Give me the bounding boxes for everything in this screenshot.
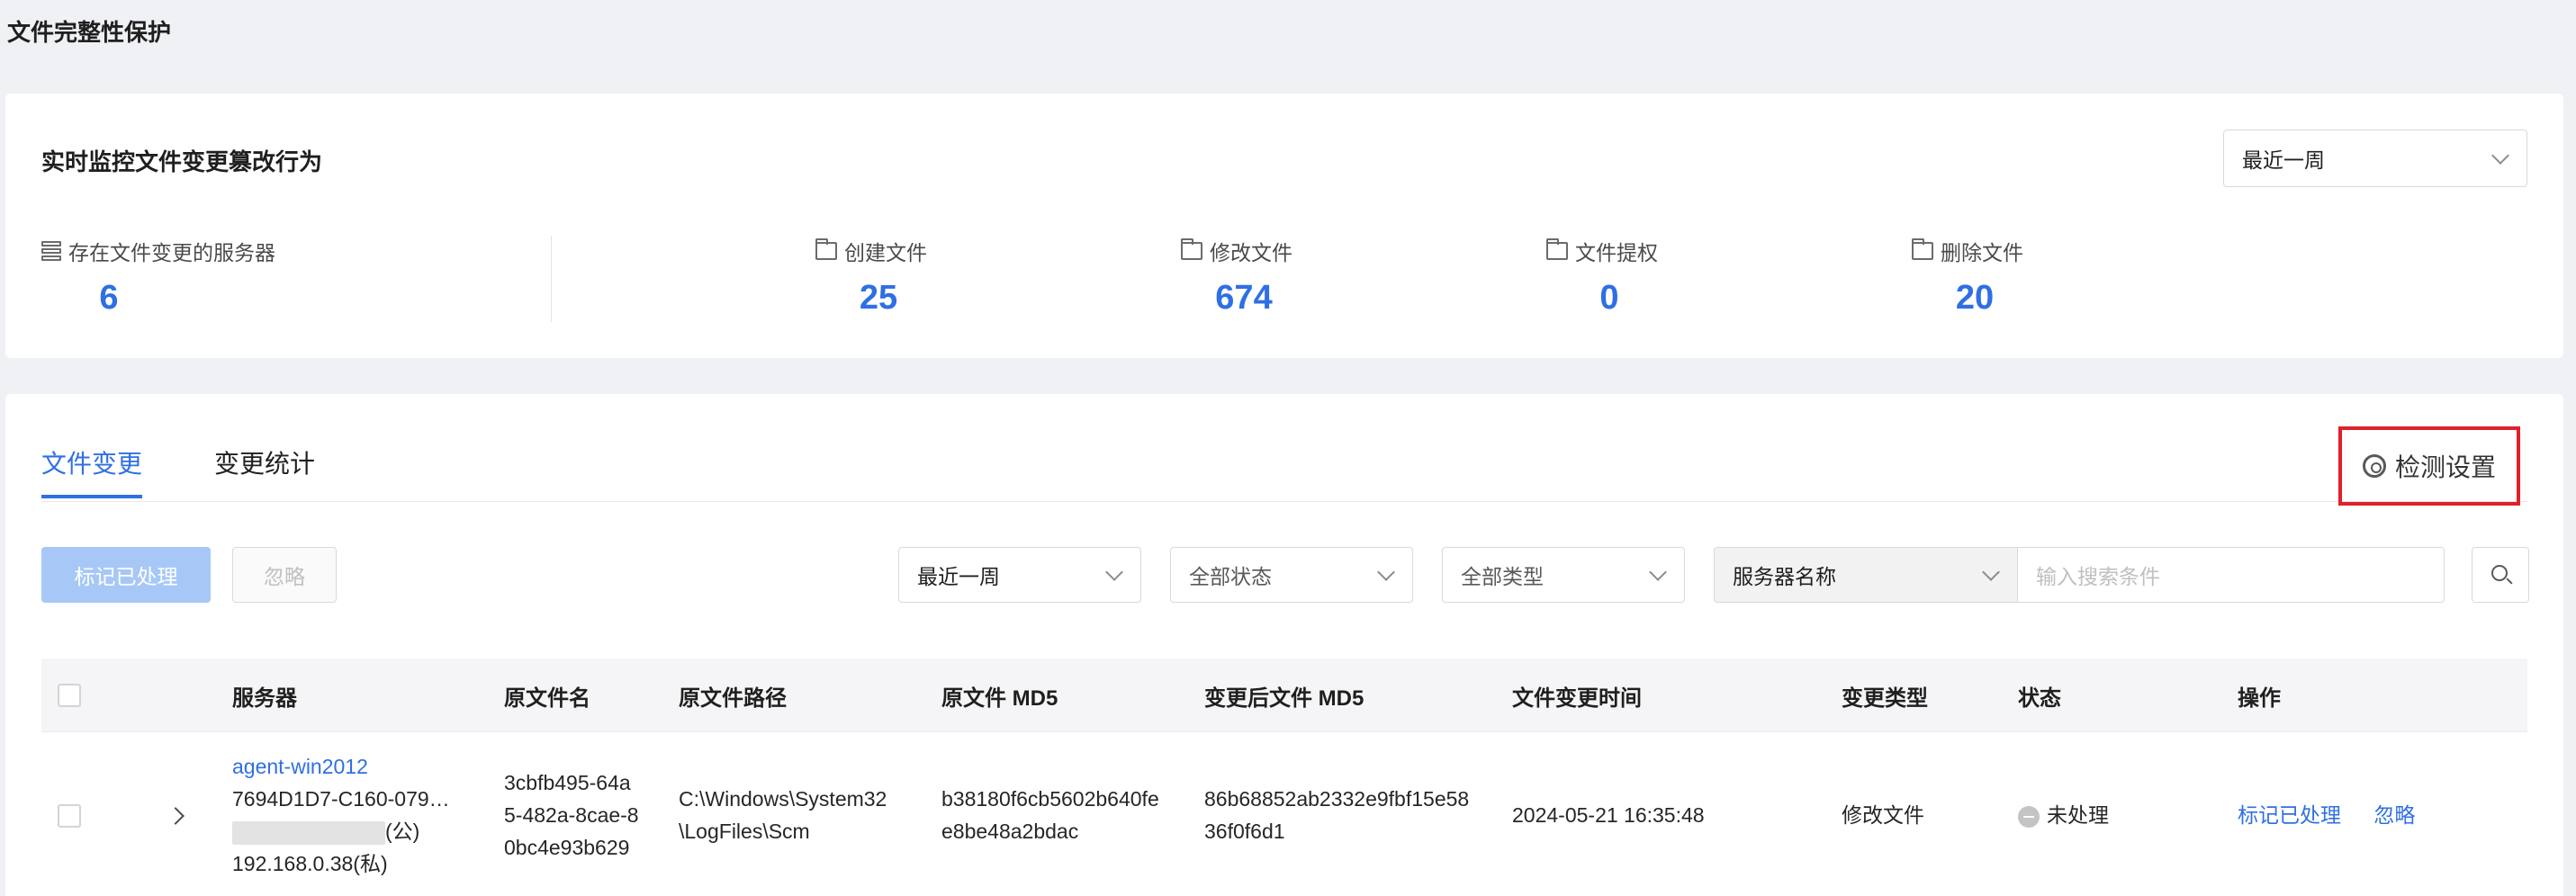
tab-bar: 文件变更 变更统计 [41, 444, 387, 498]
period-filter-value: 最近一周 [917, 565, 1000, 588]
chevron-right-icon[interactable] [167, 807, 185, 825]
stat-value: 20 [1955, 279, 1995, 317]
folder-icon [1546, 238, 1568, 260]
cell-server: agent-win2012 7694D1D7-C160-079… (公) 192… [232, 750, 484, 880]
server-icon [41, 241, 61, 261]
table-row: agent-win2012 7694D1D7-C160-079… (公) 192… [41, 732, 2527, 896]
status-label: 未处理 [2047, 803, 2109, 827]
folder-icon [1912, 238, 1933, 260]
search-button[interactable] [2472, 547, 2529, 603]
row-mark-handled-link[interactable]: 标记已处理 [2238, 803, 2341, 827]
column-header-md5: 原文件 MD5 [941, 685, 1058, 711]
chevron-down-icon [2492, 148, 2507, 162]
column-header-change-time: 文件变更时间 [1512, 685, 1642, 711]
tab-file-changes[interactable]: 文件变更 [41, 444, 143, 498]
detection-settings-label: 检测设置 [2394, 453, 2496, 481]
stat-value: 25 [859, 279, 898, 317]
type-filter-value: 全部类型 [1461, 565, 1544, 588]
stat-divider [551, 236, 552, 322]
cell-md5: b38180f6cb5602b640fe e8be48a2bdac [941, 783, 1159, 847]
md5-after-line: 86b68852ab2332e9fbf15e58 [1204, 787, 1470, 811]
cell-change-time: 2024-05-21 16:35:48 [1512, 803, 1705, 827]
row-ignore-link[interactable]: 忽略 [2373, 803, 2415, 827]
column-header-file-name: 原文件名 [504, 685, 590, 711]
column-header-server: 服务器 [232, 685, 297, 711]
file-name-line: 3cbfb495-64a [504, 771, 631, 794]
server-id: 7694D1D7-C160-079… [232, 787, 450, 811]
stat-deleted: 删除文件 20 [1912, 236, 2038, 318]
stat-value: 674 [1215, 279, 1273, 317]
column-header-file-path: 原文件路径 [679, 685, 787, 711]
period-filter-select[interactable]: 最近一周 [898, 547, 1141, 603]
summary-card: 实时监控文件变更篡改行为 最近一周 存在文件变更的服务器 6 创建文件 25 修… [5, 94, 2563, 358]
folder-icon [815, 238, 837, 260]
search-placeholder: 输入搜索条件 [2036, 565, 2160, 588]
private-ip: 192.168.0.38(私) [232, 852, 388, 875]
column-header-actions: 操作 [2238, 685, 2281, 711]
md5-line: e8be48a2bdac [941, 820, 1079, 843]
stat-value: 0 [1599, 279, 1619, 317]
search-field-select[interactable]: 服务器名称 [1714, 547, 2018, 603]
chevron-down-icon [1983, 564, 1997, 578]
stat-label: 删除文件 [1941, 241, 2023, 264]
summary-period-select[interactable]: 最近一周 [2223, 130, 2527, 187]
summary-period-value: 最近一周 [2242, 148, 2325, 172]
cell-actions: 标记已处理 忽略 [2238, 799, 2415, 831]
file-path-line: C:\Windows\System32 [679, 787, 887, 811]
table-header: 服务器 原文件名 原文件路径 原文件 MD5 变更后文件 MD5 文件变更时间 … [41, 659, 2527, 732]
column-header-change-type: 变更类型 [1842, 685, 1928, 711]
file-path-line: \LogFiles\Scm [679, 820, 810, 843]
stat-label: 存在文件变更的服务器 [68, 241, 275, 264]
type-filter-select[interactable]: 全部类型 [1442, 547, 1685, 603]
column-header-md5-after: 变更后文件 MD5 [1204, 685, 1365, 711]
public-ip-suffix: (公) [385, 820, 420, 843]
stat-label: 创建文件 [844, 241, 927, 264]
search-field-value: 服务器名称 [1733, 565, 1836, 588]
tab-divider [41, 501, 2527, 502]
md5-after-line: 36f0f6d1 [1204, 820, 1285, 843]
public-ip: (公) [232, 815, 484, 847]
summary-title: 实时监控文件变更篡改行为 [41, 148, 323, 175]
cell-md5-after: 86b68852ab2332e9fbf15e58 36f0f6d1 [1204, 783, 1469, 847]
minus-circle-icon [2018, 805, 2040, 828]
server-link[interactable]: agent-win2012 [232, 750, 484, 783]
file-name-line: 5-482a-8cae-8 [504, 803, 639, 827]
file-name-line: 0bc4e93b629 [504, 836, 630, 859]
gear-icon [2362, 454, 2386, 478]
chevron-down-icon [1106, 564, 1121, 578]
select-all-checkbox[interactable] [58, 684, 81, 707]
chevron-down-icon [1378, 564, 1392, 578]
detection-settings-button[interactable]: 检测设置 [2338, 426, 2520, 506]
status-filter-value: 全部状态 [1189, 565, 1272, 588]
md5-line: b38180f6cb5602b640fe [941, 787, 1159, 811]
stat-label: 文件提权 [1575, 241, 1658, 264]
cell-change-type: 修改文件 [1842, 803, 1924, 827]
stat-label: 修改文件 [1210, 241, 1293, 264]
cell-file-path: C:\Windows\System32 \LogFiles\Scm [679, 783, 887, 847]
cell-status: 未处理 [2018, 799, 2109, 831]
tab-change-stats[interactable]: 变更统计 [214, 444, 315, 498]
status-filter-select[interactable]: 全部状态 [1170, 547, 1413, 603]
stat-servers: 存在文件变更的服务器 6 [41, 236, 302, 318]
cell-file-name: 3cbfb495-64a 5-482a-8cae-8 0bc4e93b629 [504, 766, 639, 864]
stat-privilege: 文件提权 0 [1546, 236, 1672, 318]
page-title: 文件完整性保护 [7, 19, 172, 46]
stat-created: 创建文件 25 [815, 236, 941, 318]
stat-value: 6 [99, 279, 119, 317]
folder-icon [1181, 238, 1202, 260]
main-card: 文件变更 变更统计 检测设置 标记已处理 忽略 最近一周 全部状态 全部类型 服… [5, 394, 2563, 896]
mark-handled-button[interactable]: 标记已处理 [41, 547, 211, 603]
ignore-button[interactable]: 忽略 [232, 547, 337, 603]
row-checkbox[interactable] [58, 804, 81, 828]
column-header-status: 状态 [2018, 685, 2061, 711]
redacted-ip [232, 820, 385, 845]
search-icon [2491, 565, 2508, 581]
stat-modified: 修改文件 674 [1181, 236, 1307, 318]
chevron-down-icon [1650, 564, 1664, 578]
search-input[interactable]: 输入搜索条件 [2018, 547, 2445, 603]
